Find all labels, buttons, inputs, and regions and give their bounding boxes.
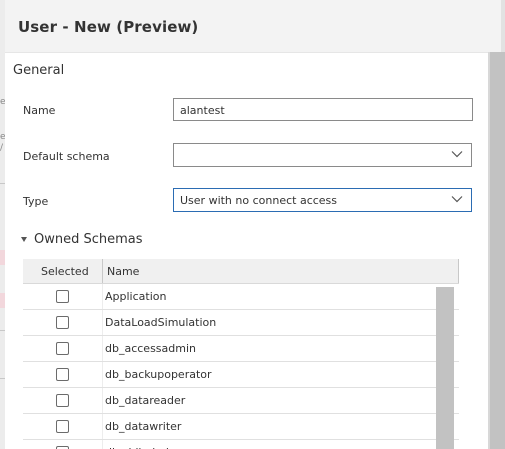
table-header: Selected Name — [23, 259, 459, 284]
cell-separator — [102, 388, 103, 413]
type-value: User with no connect access — [180, 194, 338, 207]
user-new-dialog: User - New (Preview) General Name alante… — [5, 0, 505, 449]
type-select[interactable]: User with no connect access — [173, 188, 472, 212]
table-row: db_ddladmin — [23, 440, 459, 449]
default-schema-select[interactable] — [173, 143, 472, 167]
schema-name: db_accessadmin — [105, 342, 196, 355]
column-separator[interactable] — [102, 259, 103, 283]
general-section-title: General — [13, 63, 65, 78]
cell-separator — [102, 310, 103, 335]
cell-separator — [102, 414, 103, 439]
dialog-scrollbar[interactable] — [488, 52, 505, 449]
row-checkbox[interactable] — [56, 394, 69, 407]
schema-name: Application — [105, 290, 167, 303]
background-glyph: / — [0, 143, 4, 153]
cell-separator — [102, 336, 103, 361]
cell-separator — [102, 362, 103, 387]
name-input-value: alantest — [180, 104, 225, 117]
dialog-title: User - New (Preview) — [18, 18, 199, 36]
row-checkbox[interactable] — [56, 420, 69, 433]
column-separator[interactable] — [458, 259, 459, 283]
row-checkbox[interactable] — [56, 316, 69, 329]
cell-separator — [102, 440, 103, 449]
cell-separator — [102, 284, 103, 309]
table-row: db_accessadmin — [23, 336, 459, 362]
schema-name: db_datareader — [105, 394, 186, 407]
row-checkbox[interactable] — [56, 342, 69, 355]
table-row: db_backupoperator — [23, 362, 459, 388]
default-schema-label: Default schema — [23, 150, 110, 163]
name-label: Name — [23, 104, 56, 117]
dialog-header: User - New (Preview) — [5, 0, 505, 53]
column-header-selected[interactable]: Selected — [41, 265, 89, 278]
owned-schemas-toggle[interactable]: Owned Schemas — [20, 232, 143, 247]
name-input[interactable]: alantest — [173, 98, 473, 121]
owned-schemas-table: Selected Name Application DataLoadSimula… — [23, 259, 459, 449]
schema-name: DataLoadSimulation — [105, 316, 217, 329]
owned-schemas-title: Owned Schemas — [34, 232, 143, 247]
header-edge — [501, 0, 505, 52]
table-body: Application DataLoadSimulation db_access… — [23, 284, 459, 449]
chevron-down-icon — [451, 196, 463, 203]
collapse-triangle-icon — [21, 236, 27, 242]
column-header-name[interactable]: Name — [107, 265, 139, 278]
table-row: db_datareader — [23, 388, 459, 414]
type-label: Type — [23, 195, 49, 208]
table-row: DataLoadSimulation — [23, 310, 459, 336]
chevron-down-icon — [451, 151, 463, 158]
schema-name: db_datawriter — [105, 420, 182, 433]
table-scrollbar[interactable] — [436, 287, 454, 449]
table-row: Application — [23, 284, 459, 310]
scrollbar-edge — [488, 52, 490, 449]
row-checkbox[interactable] — [56, 290, 69, 303]
table-row: db_datawriter — [23, 414, 459, 440]
schema-name: db_backupoperator — [105, 368, 212, 381]
row-checkbox[interactable] — [56, 368, 69, 381]
